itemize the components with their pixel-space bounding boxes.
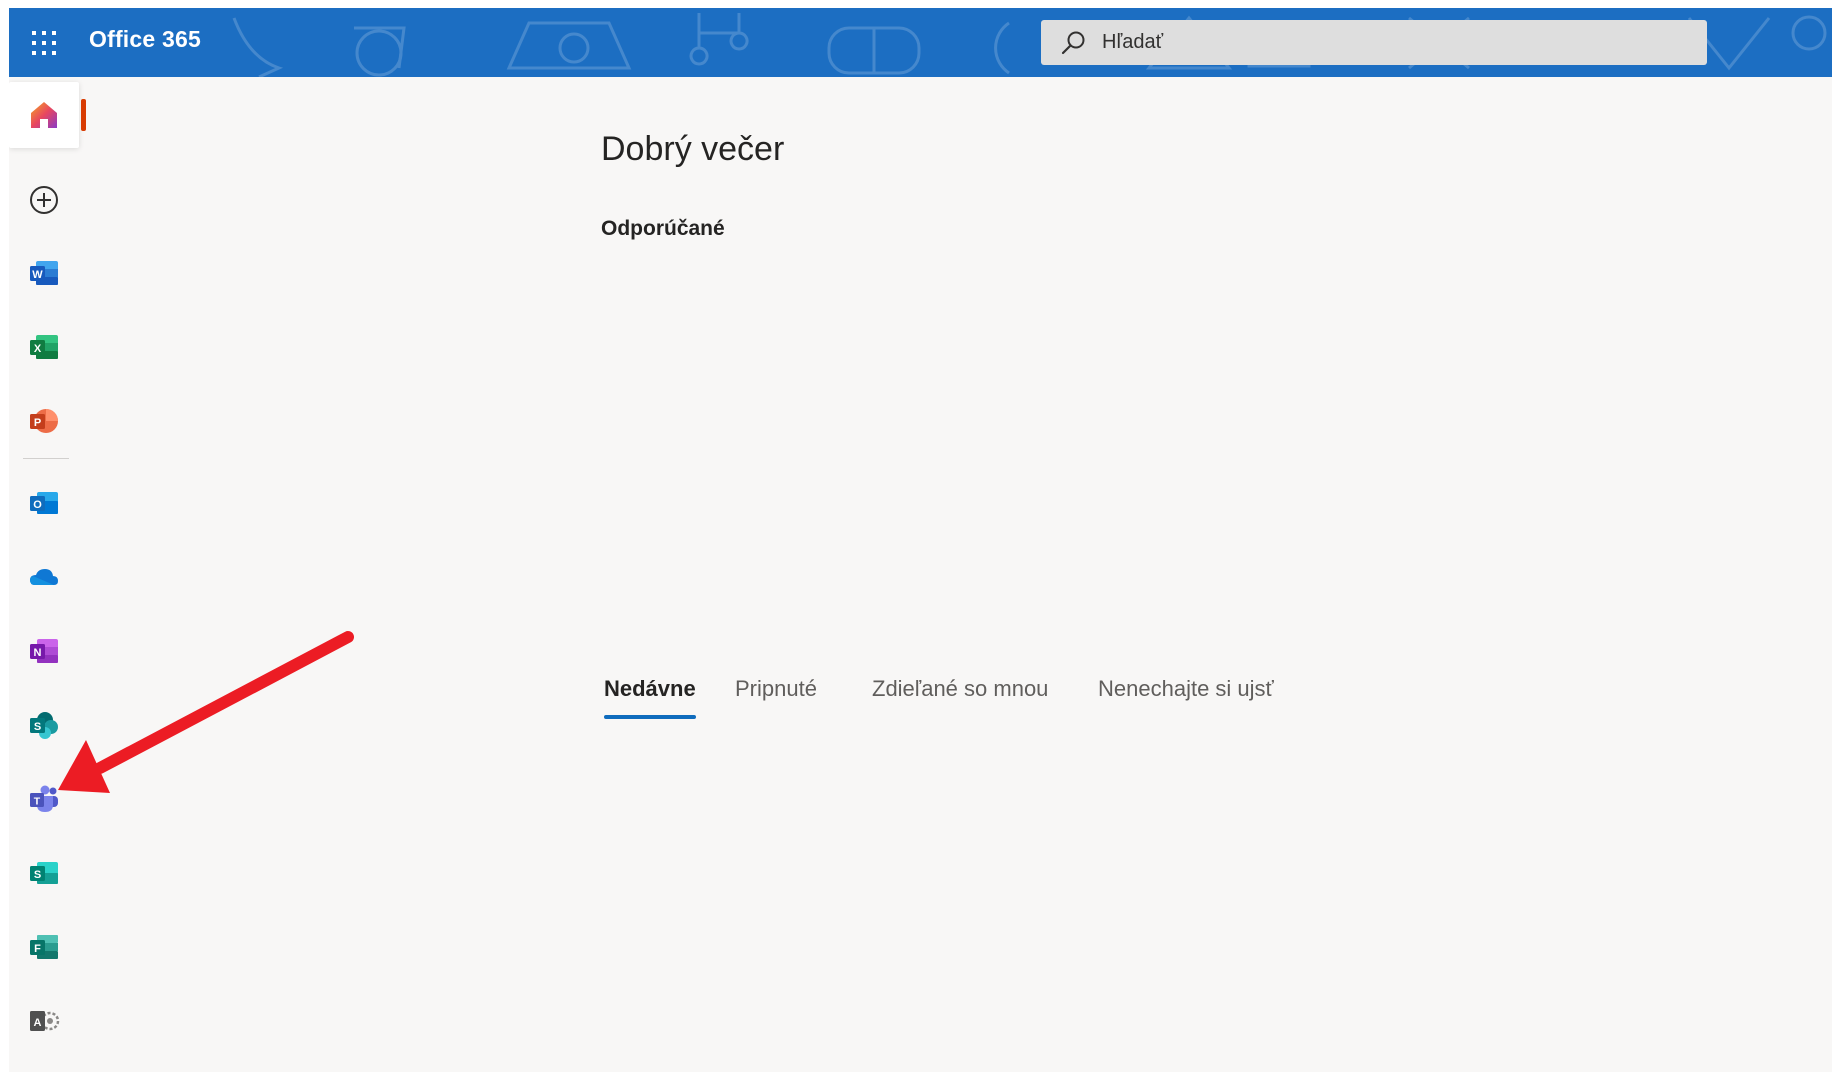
- forms-icon: F: [30, 935, 58, 959]
- onedrive-icon: [30, 569, 58, 585]
- app-rail: W X P O N S T S F A: [9, 77, 89, 1072]
- rail-item-admin[interactable]: A: [9, 988, 79, 1054]
- tab-recent-label: Nedávne: [604, 676, 696, 701]
- rail-item-word[interactable]: W: [9, 240, 79, 306]
- search-icon: [1059, 29, 1087, 57]
- tab-discover-label: Nenechajte si ujsť: [1098, 676, 1274, 701]
- svg-text:X: X: [34, 343, 42, 355]
- tab-pinned[interactable]: Pripnuté: [732, 676, 820, 702]
- rail-item-onenote[interactable]: N: [9, 618, 79, 684]
- top-header: Office 365: [9, 8, 1832, 77]
- svg-text:W: W: [32, 269, 43, 281]
- greeting-heading: Dobrý večer: [601, 130, 785, 168]
- svg-text:O: O: [33, 499, 42, 511]
- add-circle-icon: [30, 186, 58, 214]
- rail-item-sway[interactable]: S: [9, 840, 79, 906]
- rail-item-onedrive[interactable]: [9, 544, 79, 610]
- tab-shared-label: Zdieľané so mnou: [872, 676, 1049, 701]
- admin-icon: A: [30, 1011, 60, 1031]
- svg-text:P: P: [34, 417, 41, 429]
- onenote-icon: N: [30, 639, 58, 663]
- rail-item-create[interactable]: [9, 167, 79, 233]
- sharepoint-icon: S: [30, 712, 58, 739]
- word-icon: W: [30, 261, 58, 285]
- tab-pinned-label: Pripnuté: [735, 676, 817, 701]
- svg-text:S: S: [34, 869, 41, 881]
- rail-item-home[interactable]: [9, 82, 79, 148]
- teams-icon: T: [30, 785, 58, 812]
- office-home-page: Office 365 Hľadať W X P O N S T S F A Do…: [9, 8, 1832, 1072]
- rail-item-excel[interactable]: X: [9, 314, 79, 380]
- sway-icon: S: [30, 862, 58, 884]
- outlook-icon: O: [30, 492, 58, 514]
- recommended-section-title: Odporúčané: [601, 217, 725, 240]
- app-launcher-waffle-icon[interactable]: [29, 28, 59, 58]
- svg-text:A: A: [34, 1017, 42, 1029]
- tab-recent[interactable]: Nedávne: [601, 676, 699, 719]
- svg-text:N: N: [34, 647, 42, 659]
- home-icon: [31, 102, 57, 128]
- excel-icon: X: [30, 335, 58, 359]
- tab-shared-with-me[interactable]: Zdieľané so mnou: [869, 676, 1051, 702]
- rail-item-teams[interactable]: T: [9, 766, 79, 832]
- rail-item-outlook[interactable]: O: [9, 470, 79, 536]
- active-indicator: [81, 99, 86, 131]
- svg-text:F: F: [34, 943, 41, 955]
- rail-item-forms[interactable]: F: [9, 914, 79, 980]
- selected-tab-underline: [604, 715, 696, 719]
- rail-item-sharepoint[interactable]: S: [9, 692, 79, 758]
- office-brand-link[interactable]: Office 365: [89, 26, 201, 53]
- svg-text:S: S: [34, 721, 41, 733]
- powerpoint-icon: P: [30, 409, 58, 433]
- svg-text:T: T: [34, 796, 41, 808]
- tab-discover[interactable]: Nenechajte si ujsť: [1095, 676, 1277, 702]
- search-box[interactable]: [1041, 20, 1707, 65]
- rail-item-powerpoint[interactable]: P: [9, 388, 79, 454]
- rail-divider: [23, 458, 69, 459]
- search-input[interactable]: [1102, 20, 1682, 65]
